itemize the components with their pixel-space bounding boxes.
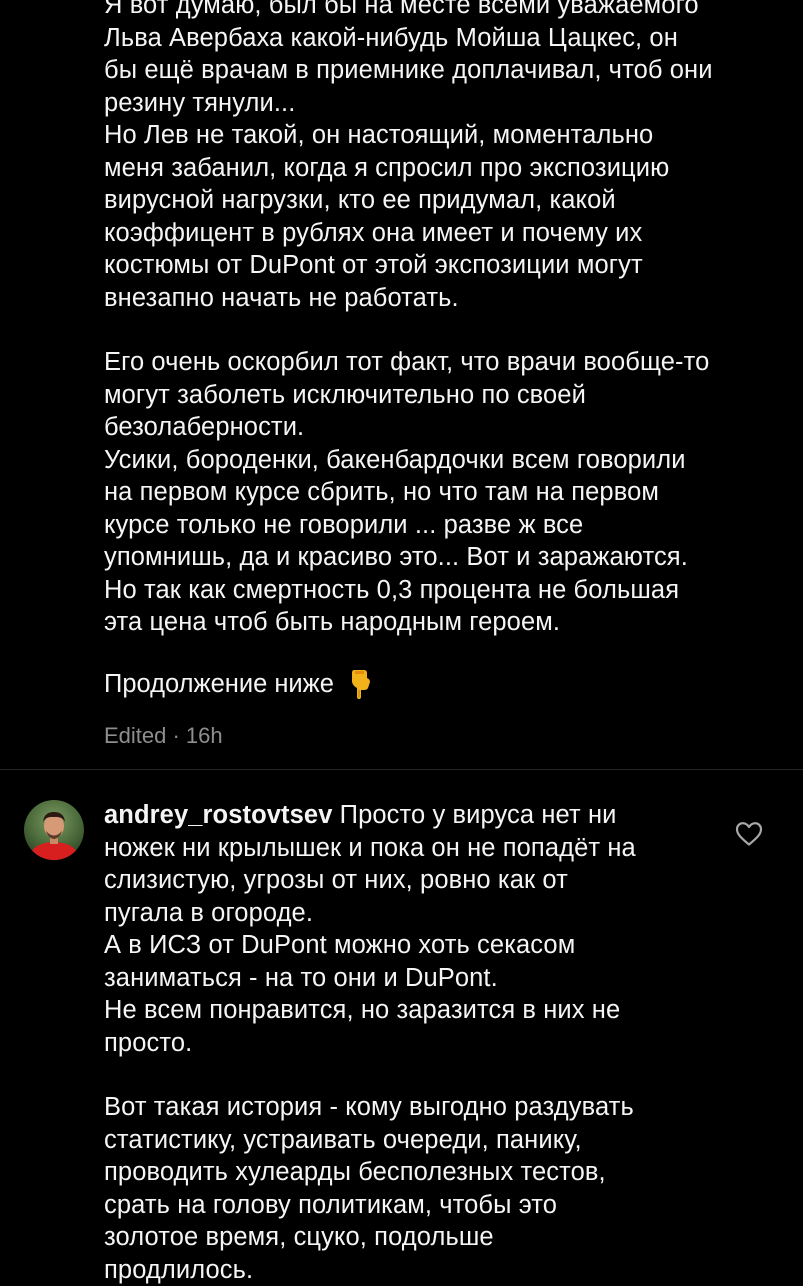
username-link[interactable]: andrey_rostovtsev: [104, 801, 332, 829]
comment-text-line: могут заболеть исключительно по своей: [104, 379, 794, 412]
avatar[interactable]: [24, 800, 84, 860]
comment-text-line: резину тянули...: [104, 87, 794, 120]
heart-outline-icon[interactable]: [735, 821, 763, 847]
comment-top: Я вот думаю, был бы на месте всеми уважа…: [104, 0, 794, 750]
comment-divider: [0, 769, 803, 770]
comment-text-line: продлилось.: [104, 1254, 724, 1286]
comment-text-line: Вот такая история - кому выгодно раздува…: [104, 1091, 724, 1124]
comment-text-line: курсе только не говорили ... разве ж все: [104, 509, 794, 542]
comment-text-line: упомнишь, да и красиво это... Вот и зара…: [104, 541, 794, 574]
comment-text-line: А в ИСЗ от DuPont можно хоть секасом: [104, 929, 724, 962]
comment-text-line: костюмы от DuPont от этой экспозиции мог…: [104, 249, 794, 282]
pointing-down-icon: [348, 668, 372, 700]
comment-first-line: andrey_rostovtsev Просто у вируса нет ни: [104, 799, 724, 832]
comment-text-line: проводить хулеарды бесполезных тестов,: [104, 1156, 724, 1189]
comment-text-line: на первом курсе сбрить, но что там на пе…: [104, 476, 794, 509]
comment-text-line: Усики, бороденки, бакенбардочки всем гов…: [104, 444, 794, 477]
comment-text-line: Просто у вируса нет ни: [340, 801, 617, 829]
comment-text-line: внезапно начать не работать.: [104, 282, 794, 315]
comment-text-line: эта цена чтоб быть народным героем.: [104, 606, 794, 639]
comment-text-line: коэффицент в рублях она имеет и почему и…: [104, 217, 794, 250]
comment-text-line: просто.: [104, 1027, 724, 1060]
comment-text-line: срать на голову политикам, чтобы это: [104, 1189, 724, 1222]
comment-text-line: меня забанил, когда я спросил про экспоз…: [104, 152, 794, 185]
continue-row: Продолжение ниже: [104, 668, 794, 701]
comment-text-line: золотое время, сцуко, подольше: [104, 1221, 724, 1254]
comment-text-line: статистику, устраивать очереди, панику,: [104, 1124, 724, 1157]
comment-text-line: Но Лев не такой, он настоящий, моменталь…: [104, 119, 794, 152]
comment-meta[interactable]: Edited · 16h: [104, 722, 794, 750]
comment-bottom: andrey_rostovtsev Просто у вируса нет ни…: [104, 799, 724, 1286]
comment-text-line: ножек ни крылышек и пока он не попадёт н…: [104, 832, 724, 865]
comment-text-line: заниматься - на то они и DuPont.: [104, 962, 724, 995]
comment-text-line: Не всем понравится, но заразится в них н…: [104, 994, 724, 1027]
comment-text-line: бы ещё врачам в приемнике доплачивал, чт…: [104, 54, 794, 87]
comment-text-line: Я вот думаю, был бы на месте всеми уважа…: [104, 0, 794, 22]
continue-text: Продолжение ниже: [104, 668, 334, 701]
comment-text-line: безолаберности.: [104, 411, 794, 444]
comment-text-line: слизистую, угрозы от них, ровно как от: [104, 864, 724, 897]
comment-text-line: Но так как смертность 0,3 процента не бо…: [104, 574, 794, 607]
comment-text-line: Его очень оскорбил тот факт, что врачи в…: [104, 346, 794, 379]
comment-text-line: Льва Авербаха какой-нибудь Мойша Цацкес,…: [104, 22, 794, 55]
comment-text-line: вирусной нагрузки, кто ее придумал, како…: [104, 184, 794, 217]
comment-text-line: пугала в огороде.: [104, 897, 724, 930]
